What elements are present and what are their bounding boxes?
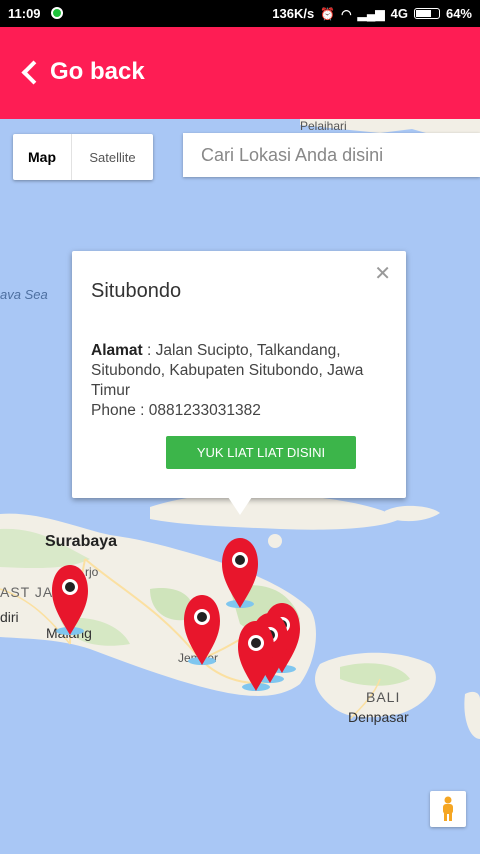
- status-icons: 136K/s ⏰ ◠ ▂▄▆ 4G 64%: [272, 6, 472, 21]
- store-marker-situbondo[interactable]: [220, 534, 260, 612]
- map-label-denpasar: Denpasar: [348, 709, 409, 725]
- info-window-title: Situbondo: [91, 280, 182, 302]
- street-view-pegman-button[interactable]: [430, 791, 466, 827]
- app-header: Go back: [0, 27, 480, 119]
- pegman-icon: [443, 796, 453, 821]
- store-marker-malang[interactable]: [50, 561, 90, 639]
- chevron-left-icon: [21, 59, 46, 85]
- phone-label: Phone :: [91, 402, 145, 419]
- map-label-bali: BALI: [366, 689, 401, 705]
- address-label: Alamat: [91, 342, 143, 359]
- map-label-java-sea: ava Sea: [0, 287, 48, 302]
- info-window-body: Alamat : Jalan Sucipto, Talkandang, Situ…: [91, 342, 364, 419]
- battery-percent: 64%: [445, 6, 472, 21]
- status-time: 11:09: [8, 6, 41, 21]
- signal-icon: ▂▄▆: [357, 6, 385, 21]
- alarm-icon: ⏰: [320, 6, 336, 21]
- store-marker-banyuwangi-3[interactable]: [236, 617, 276, 695]
- map-label-pelaihari: Pelaihari: [300, 119, 347, 133]
- phone-value: 0881233031382: [148, 402, 261, 419]
- notification-dot-icon: [51, 7, 63, 19]
- location-search-input[interactable]: [183, 133, 480, 177]
- go-back-label: Go back: [50, 58, 145, 85]
- battery-icon: [413, 8, 440, 19]
- wifi-icon: ◠: [341, 6, 352, 21]
- map-type-map-button[interactable]: Map: [13, 134, 72, 180]
- map-label-kediri: diri: [0, 609, 19, 625]
- view-store-button[interactable]: YUK LIAT LIAT DISINI: [166, 436, 356, 469]
- network-speed: 136K/s: [272, 6, 315, 21]
- map-type-toggle: Map Satellite: [13, 134, 153, 180]
- store-marker-jember[interactable]: [182, 591, 222, 669]
- status-bar: 11:09 136K/s ⏰ ◠ ▂▄▆ 4G 64%: [0, 0, 480, 27]
- map-label-surabaya: Surabaya: [45, 533, 118, 550]
- map-type-satellite-button[interactable]: Satellite: [72, 134, 153, 180]
- info-window-tail: [228, 497, 252, 515]
- info-window: ✕ Situbondo Alamat : Jalan Sucipto, Talk…: [72, 251, 406, 515]
- go-back-button[interactable]: Go back: [20, 58, 145, 86]
- close-icon[interactable]: ✕: [374, 261, 391, 286]
- network-type: 4G: [390, 6, 408, 21]
